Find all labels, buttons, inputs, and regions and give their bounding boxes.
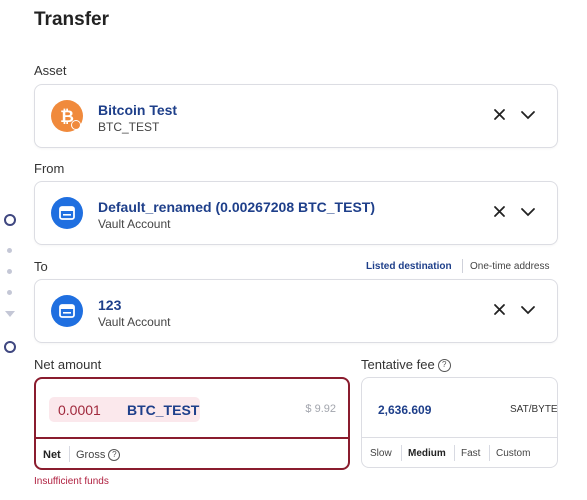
fee-field[interactable]: 2,636.609 SAT/BYTE Slow Medium Fast Cust…: [361, 377, 558, 468]
step-dot: [7, 269, 12, 274]
divider: [362, 437, 557, 438]
from-account-name: Default_renamed (0.00267208 BTC_TEST): [98, 199, 375, 215]
chevron-down-icon[interactable]: [518, 202, 538, 222]
bitcoin-icon: ₿: [51, 100, 83, 132]
divider: [36, 437, 348, 439]
question-circle-icon[interactable]: ?: [108, 449, 121, 462]
fee-unit: SAT/BYTE: [510, 404, 558, 415]
close-icon[interactable]: [490, 300, 510, 320]
net-amount-field[interactable]: 0.0001 BTC_TEST $ 9.92 Net Gross?: [34, 377, 350, 470]
asset-name: Bitcoin Test: [98, 102, 178, 118]
amount-input[interactable]: 0.0001 BTC_TEST: [49, 397, 200, 422]
one-time-address-tab[interactable]: One-time address: [470, 261, 549, 272]
question-circle-icon[interactable]: ?: [437, 359, 451, 373]
step-arrow-icon: [5, 311, 15, 317]
to-label: To: [34, 259, 48, 274]
step-ring-to: [4, 341, 16, 353]
speed-divider: [401, 445, 402, 461]
step-ring-from: [4, 214, 16, 226]
asset-label: Asset: [34, 63, 67, 78]
listed-destination-tab[interactable]: Listed destination: [366, 261, 452, 272]
speed-divider: [454, 445, 455, 461]
chevron-down-icon[interactable]: [518, 105, 538, 125]
fee-value: 2,636.609: [378, 403, 432, 417]
from-account-type: Vault Account: [98, 217, 171, 231]
tab-divider: [69, 446, 70, 462]
fee-label: Tentative fee: [361, 357, 435, 372]
asset-select[interactable]: ₿ Bitcoin Test BTC_TEST: [34, 84, 558, 148]
speed-slow[interactable]: Slow: [370, 448, 392, 459]
step-dot: [7, 248, 12, 253]
usd-equivalent: $ 9.92: [305, 403, 336, 415]
tab-gross[interactable]: Gross?: [76, 449, 121, 462]
page-title: Transfer: [34, 9, 109, 30]
tab-net[interactable]: Net: [43, 449, 61, 461]
tab-gross-label: Gross: [76, 449, 106, 461]
step-dot: [7, 290, 12, 295]
amount-value: 0.0001: [58, 402, 101, 418]
asset-code: BTC_TEST: [98, 120, 160, 134]
chevron-down-icon[interactable]: [518, 300, 538, 320]
to-select[interactable]: 123 Vault Account: [34, 279, 558, 343]
close-icon[interactable]: [490, 202, 510, 222]
to-account-name: 123: [98, 297, 122, 313]
net-amount-label: Net amount: [34, 357, 102, 372]
to-account-type: Vault Account: [98, 315, 171, 329]
toggle-divider: [462, 259, 463, 273]
from-select[interactable]: Default_renamed (0.00267208 BTC_TEST) Va…: [34, 181, 558, 245]
speed-medium[interactable]: Medium: [408, 448, 446, 459]
speed-fast[interactable]: Fast: [461, 448, 480, 459]
speed-divider: [489, 445, 490, 461]
vault-icon: [51, 197, 83, 229]
from-label: From: [34, 161, 65, 176]
amount-currency: BTC_TEST: [127, 402, 200, 418]
fee-label-wrap: Tentative fee?: [361, 357, 451, 373]
error-message: Insufficient funds: [34, 476, 109, 487]
vault-icon: [51, 295, 83, 327]
close-icon[interactable]: [490, 105, 510, 125]
speed-custom[interactable]: Custom: [496, 448, 530, 459]
